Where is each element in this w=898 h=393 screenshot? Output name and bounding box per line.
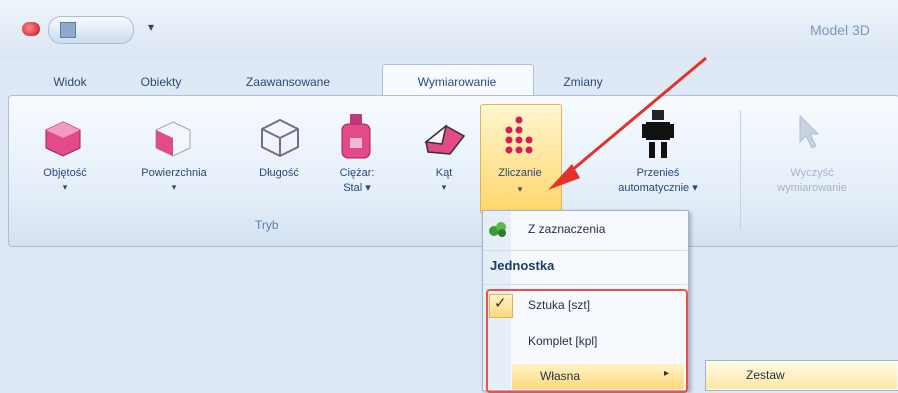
title-bar bbox=[0, 0, 898, 58]
volume-icon bbox=[45, 121, 81, 157]
length-icon bbox=[261, 118, 299, 158]
automatycznie-dropdown[interactable]: automatycznie ▾ bbox=[582, 181, 734, 196]
cursor-icon bbox=[799, 114, 820, 149]
menu-heading-jednostka: Jednostka bbox=[490, 258, 555, 273]
zliczanie-button[interactable]: Zliczanie bbox=[482, 166, 558, 181]
tab-wymiarowanie[interactable]: Wymiarowanie bbox=[392, 70, 522, 94]
powierzchnia-button[interactable]: Powierzchnia bbox=[126, 166, 222, 181]
tab-zmiany[interactable]: Zmiany bbox=[548, 70, 618, 94]
window-title: Model 3D bbox=[810, 22, 870, 38]
surface-icon bbox=[155, 121, 191, 157]
menu-separator bbox=[483, 250, 687, 251]
robot-icon bbox=[642, 110, 674, 158]
angle-icon bbox=[424, 124, 466, 155]
count-icon bbox=[505, 116, 533, 154]
ciezar-button[interactable]: Ciężar: bbox=[330, 166, 384, 181]
wyczysc-button[interactable]: Wyczyść bbox=[762, 166, 862, 181]
selection-icon bbox=[489, 222, 506, 237]
ciezar-material-dropdown[interactable]: Stal ▾ bbox=[330, 181, 384, 196]
weight-icon bbox=[341, 114, 371, 159]
menu-separator-2 bbox=[483, 284, 687, 285]
zliczanie-dropdown-icon[interactable]: ▾ bbox=[482, 184, 558, 195]
objetosc-button[interactable]: Objętość bbox=[30, 166, 100, 181]
annotation-highlight-box bbox=[486, 289, 688, 393]
group-separator bbox=[740, 110, 741, 230]
dlugosc-button[interactable]: Długość bbox=[244, 166, 314, 181]
submenu-item-hover bbox=[706, 361, 897, 389]
powierzchnia-dropdown-icon[interactable]: ▾ bbox=[126, 182, 222, 193]
submenu-item-zestaw[interactable]: Zestaw bbox=[746, 368, 785, 382]
tab-obiekty[interactable]: Obiekty bbox=[126, 70, 196, 94]
przenies-button[interactable]: Przenieś bbox=[602, 166, 714, 181]
objetosc-dropdown-icon[interactable]: ▾ bbox=[30, 182, 100, 193]
group-label-tryb: Tryb bbox=[255, 218, 279, 232]
tab-widok[interactable]: Widok bbox=[40, 70, 100, 94]
tab-zaawansowane[interactable]: Zaawansowane bbox=[228, 70, 348, 94]
menu-item-z-zaznaczenia[interactable]: Z zaznaczenia bbox=[528, 222, 605, 236]
app-menu-button[interactable] bbox=[22, 22, 40, 36]
quick-access-dropdown-icon[interactable]: ▾ bbox=[148, 20, 154, 34]
save-icon[interactable] bbox=[60, 22, 76, 38]
kat-button[interactable]: Kąt bbox=[426, 166, 462, 181]
kat-dropdown-icon[interactable]: ▾ bbox=[426, 182, 462, 193]
wymiarowanie-label: wymiarowanie bbox=[777, 182, 847, 194]
